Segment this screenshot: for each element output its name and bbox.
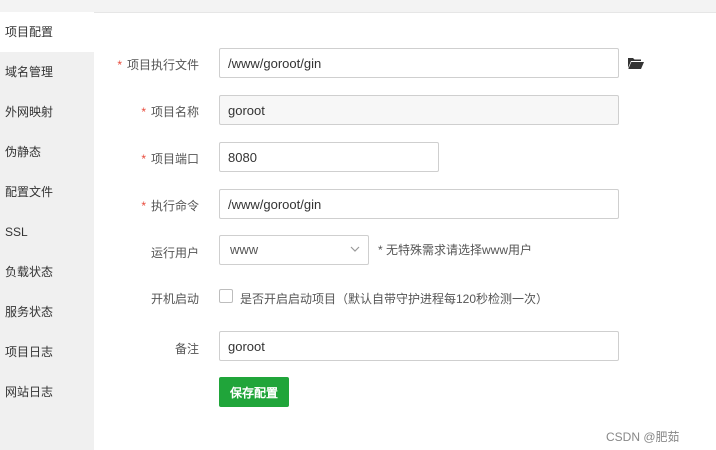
exec-file-label: * 项目执行文件 bbox=[117, 58, 199, 72]
run-user-label: 运行用户 bbox=[150, 246, 199, 260]
sidebar-item-project-log[interactable]: 项目日志 bbox=[0, 332, 94, 372]
sidebar-item-ssl[interactable]: SSL bbox=[0, 212, 94, 252]
sidebar-item-load-status[interactable]: 负载状态 bbox=[0, 252, 94, 292]
sidebar-item-project-config[interactable]: 项目配置 bbox=[0, 12, 94, 52]
sidebar-item-domain[interactable]: 域名管理 bbox=[0, 52, 94, 92]
save-config-button[interactable]: 保存配置 bbox=[219, 377, 289, 407]
exec-file-input[interactable] bbox=[219, 48, 619, 78]
run-user-hint: * 无特殊需求请选择www用户 bbox=[378, 243, 533, 257]
project-name-input[interactable] bbox=[219, 95, 619, 125]
sidebar-item-config-file[interactable]: 配置文件 bbox=[0, 172, 94, 212]
project-port-label: * 项目端口 bbox=[141, 152, 199, 166]
sidebar-item-service-status[interactable]: 服务状态 bbox=[0, 292, 94, 332]
folder-open-icon[interactable] bbox=[628, 57, 644, 69]
autostart-label: 开机启动 bbox=[150, 292, 199, 306]
required-mark: * bbox=[117, 58, 122, 72]
project-name-label: * 项目名称 bbox=[141, 105, 199, 119]
sidebar-item-site-log[interactable]: 网站日志 bbox=[0, 372, 94, 412]
project-port-input[interactable] bbox=[219, 142, 439, 172]
sidebar-item-external-mapping[interactable]: 外网映射 bbox=[0, 92, 94, 132]
exec-command-input[interactable] bbox=[219, 189, 619, 219]
sidebar: 项目配置 域名管理 外网映射 伪静态 配置文件 SSL 负载状态 服务状态 项目… bbox=[0, 12, 94, 450]
watermark: CSDN @肥茹 bbox=[606, 430, 680, 444]
autostart-description: 是否开启启动项目（默认自带守护进程每120秒检测一次） bbox=[240, 292, 549, 306]
run-user-value: www bbox=[230, 242, 259, 257]
autostart-checkbox[interactable] bbox=[219, 289, 233, 303]
run-user-select[interactable]: www bbox=[219, 235, 369, 265]
remark-input[interactable] bbox=[219, 331, 619, 361]
remark-label: 备注 bbox=[174, 342, 199, 356]
exec-command-label: * 执行命令 bbox=[141, 199, 199, 213]
top-bar bbox=[0, 0, 716, 13]
chevron-down-icon bbox=[350, 246, 360, 252]
sidebar-item-rewrite[interactable]: 伪静态 bbox=[0, 132, 94, 172]
